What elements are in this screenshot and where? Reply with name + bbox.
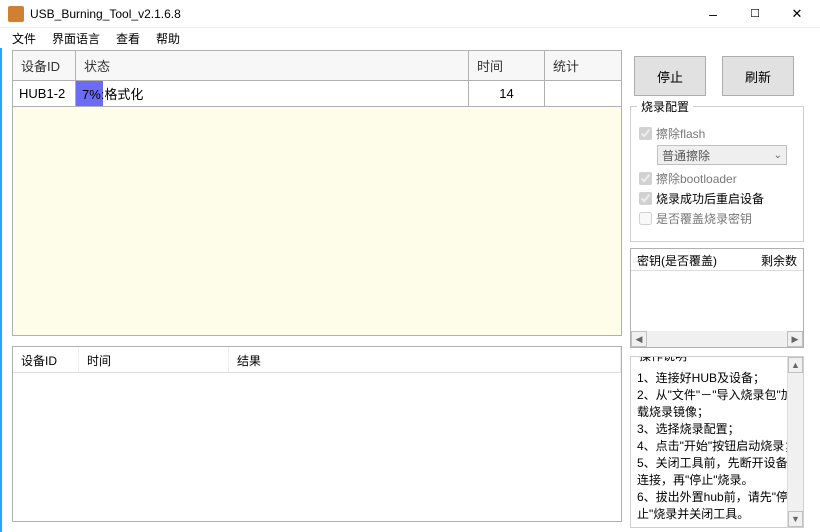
- results-table: 设备ID 时间 结果: [12, 346, 622, 522]
- cfg-erase-flash: 擦除flash: [639, 125, 795, 142]
- cell-device-id: HUB1-2: [13, 81, 76, 106]
- label-erase-flash: 擦除flash: [656, 125, 705, 142]
- scroll-track[interactable]: [647, 331, 787, 347]
- device-status-table: 设备ID 状态 时间 统计 HUB1-2 7%:格式化 14: [12, 50, 622, 336]
- table-row[interactable]: HUB1-2 7%:格式化 14: [13, 81, 621, 107]
- menu-language[interactable]: 界面语言: [44, 28, 108, 49]
- checkbox-erase-flash: [639, 127, 652, 140]
- label-erase-bootloader: 擦除bootloader: [656, 170, 737, 187]
- instructions-scrollbar[interactable]: ▲ ▼: [787, 357, 803, 527]
- results-header-time[interactable]: 时间: [79, 347, 229, 372]
- scroll-up-icon[interactable]: ▲: [788, 357, 803, 373]
- instruction-line: 3、选择烧录配置；: [637, 421, 797, 438]
- edge-highlight: [0, 48, 2, 532]
- label-overwrite-key: 是否覆盖烧录密钥: [656, 210, 752, 227]
- cfg-reboot-after: 烧录成功后重启设备: [639, 190, 795, 207]
- chevron-down-icon: ⌄: [774, 150, 782, 161]
- erase-mode-select: 普通擦除 ⌄: [657, 145, 787, 165]
- progress-text: 7%:格式化: [76, 81, 149, 106]
- results-header-row: 设备ID 时间 结果: [13, 347, 621, 373]
- scroll-down-icon[interactable]: ▼: [788, 511, 803, 527]
- results-header-result[interactable]: 结果: [229, 347, 621, 372]
- table-empty-area: [13, 107, 621, 335]
- key-panel: 密钥(是否覆盖) 剩余数 ◀ ▶: [630, 248, 804, 348]
- key-col-remaining[interactable]: 剩余数: [755, 249, 803, 270]
- instruction-line: 1、连接好HUB及设备；: [637, 370, 797, 387]
- app-icon: [8, 6, 24, 22]
- stop-button[interactable]: 停止: [634, 56, 706, 96]
- table-header-row: 设备ID 状态 时间 统计: [13, 51, 621, 81]
- cfg-erase-bootloader: 擦除bootloader: [639, 170, 795, 187]
- menu-file[interactable]: 文件: [4, 28, 44, 49]
- minimize-button[interactable]: [692, 0, 734, 28]
- cfg-overwrite-key: 是否覆盖烧录密钥: [639, 210, 795, 227]
- burn-config-panel: 烧录配置 擦除flash 普通擦除 ⌄ 擦除bootloader 烧录成功后重启…: [630, 106, 804, 242]
- maximize-button[interactable]: [734, 0, 776, 28]
- header-statistics[interactable]: 统计: [545, 51, 621, 80]
- cell-time: 14: [469, 81, 545, 106]
- scroll-left-icon[interactable]: ◀: [631, 331, 647, 347]
- checkbox-overwrite-key: [639, 212, 652, 225]
- scroll-right-icon[interactable]: ▶: [787, 331, 803, 347]
- burn-config-title: 烧录配置: [637, 98, 693, 115]
- header-time[interactable]: 时间: [469, 51, 545, 80]
- instructions-title: 操作说明: [635, 356, 691, 365]
- header-device-id[interactable]: 设备ID: [13, 51, 76, 80]
- cell-statistics: [545, 81, 621, 106]
- instructions-panel: 操作说明 1、连接好HUB及设备；2、从"文件"－"导入烧录包"加载烧录镜像；3…: [630, 356, 804, 528]
- results-header-device-id[interactable]: 设备ID: [13, 347, 79, 372]
- instruction-line: 6、拔出外置hub前，请先"停止"烧录并关闭工具。: [637, 489, 797, 523]
- instructions-body: 1、连接好HUB及设备；2、从"文件"－"导入烧录包"加载烧录镜像；3、选择烧录…: [637, 370, 797, 523]
- instruction-line: 5、关闭工具前，先断开设备连接，再"停止"烧录。: [637, 455, 797, 489]
- title-bar: USB_Burning_Tool_v2.1.6.8: [0, 0, 820, 28]
- menu-view[interactable]: 查看: [108, 28, 148, 49]
- key-panel-scrollbar[interactable]: ◀ ▶: [631, 331, 803, 347]
- menu-bar: 文件 界面语言 查看 帮助: [0, 28, 820, 48]
- instruction-line: 2、从"文件"－"导入烧录包"加载烧录镜像；: [637, 387, 797, 421]
- cell-status-progress: 7%:格式化: [76, 81, 469, 106]
- erase-mode-value: 普通擦除: [662, 147, 710, 164]
- label-reboot-after: 烧录成功后重启设备: [656, 190, 764, 207]
- window-title: USB_Burning_Tool_v2.1.6.8: [30, 7, 692, 21]
- refresh-button[interactable]: 刷新: [722, 56, 794, 96]
- close-button[interactable]: [776, 0, 818, 28]
- instruction-line: 4、点击"开始"按钮启动烧录；: [637, 438, 797, 455]
- key-panel-header: 密钥(是否覆盖) 剩余数: [631, 249, 803, 271]
- window-controls: [692, 0, 818, 28]
- key-col-overwrite[interactable]: 密钥(是否覆盖): [631, 249, 755, 270]
- checkbox-erase-bootloader: [639, 172, 652, 185]
- menu-help[interactable]: 帮助: [148, 28, 188, 49]
- checkbox-reboot-after: [639, 192, 652, 205]
- header-status[interactable]: 状态: [76, 51, 469, 80]
